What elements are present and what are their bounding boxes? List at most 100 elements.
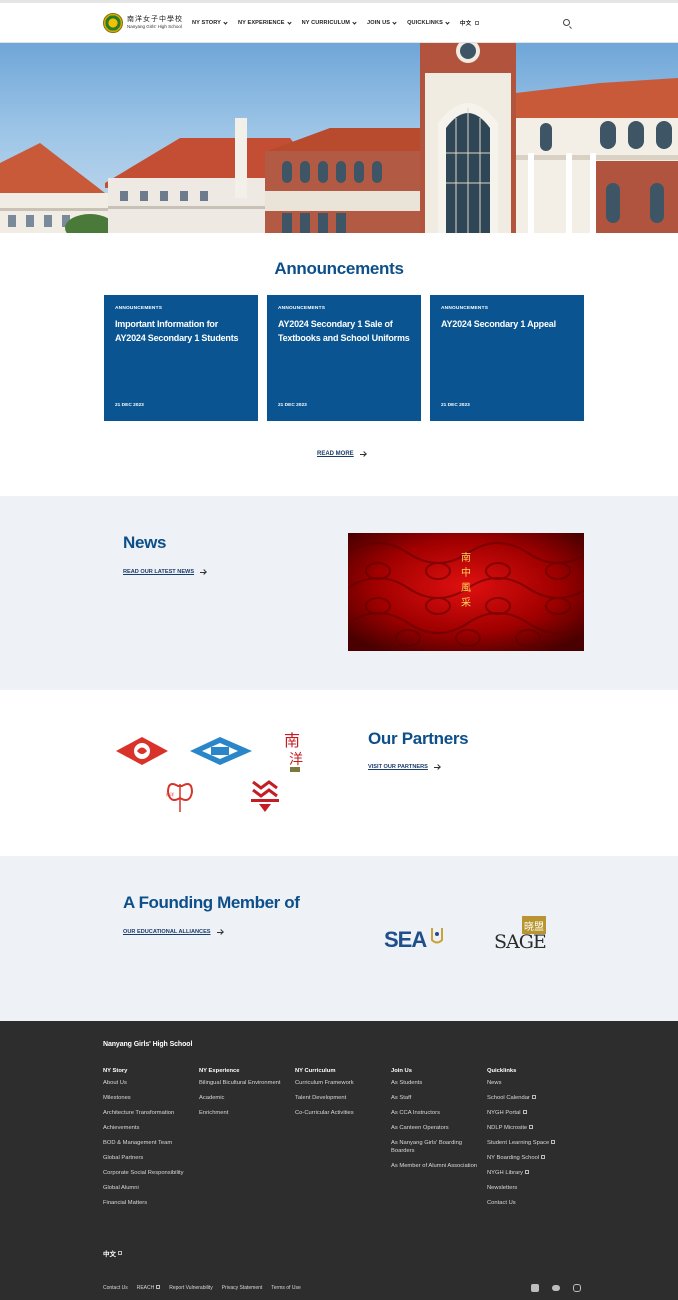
news-heading: News bbox=[123, 533, 167, 552]
external-link-icon bbox=[118, 1251, 122, 1255]
nav-label: NY STORY bbox=[192, 20, 221, 26]
nav-label: JOIN US bbox=[367, 20, 391, 26]
footer-link[interactable]: NY Boarding School bbox=[487, 1155, 575, 1163]
footer-link[interactable]: Financial Matters bbox=[103, 1200, 191, 1208]
footer-link[interactable]: NYGH Library bbox=[487, 1170, 575, 1178]
news-banner-image[interactable]: 南 中 風 采 bbox=[348, 533, 584, 651]
partner-logo-blue-diamond[interactable] bbox=[190, 737, 252, 765]
chevron-down-icon bbox=[286, 19, 292, 25]
footer-link[interactable]: News bbox=[487, 1080, 575, 1088]
footer-link[interactable]: Milestones bbox=[103, 1095, 191, 1103]
instagram-icon[interactable] bbox=[573, 1284, 581, 1292]
nav-label: NY CURRICULUM bbox=[301, 20, 351, 26]
footer-link[interactable]: Enrichment bbox=[199, 1110, 287, 1118]
external-link-icon bbox=[475, 21, 480, 25]
partner-logo-red-diamond[interactable] bbox=[116, 737, 168, 765]
sea-alliance-logo[interactable]: SEA bbox=[384, 927, 443, 952]
footer-link[interactable]: About Us bbox=[103, 1080, 191, 1088]
footer-terms-link[interactable]: Terms of Use bbox=[271, 1285, 300, 1291]
footer-link[interactable]: Achievements bbox=[103, 1125, 191, 1133]
svg-text:南: 南 bbox=[284, 731, 300, 750]
footer-privacy-link[interactable]: Privacy Statement bbox=[222, 1285, 263, 1291]
footer-link[interactable]: As CCA Instructors bbox=[391, 1110, 479, 1118]
footer-link[interactable]: Newsletters bbox=[487, 1185, 575, 1193]
announcement-card[interactable]: ANNOUNCEMENTS AY2024 Secondary 1 Sale of… bbox=[267, 295, 421, 421]
logo-chinese-name: 南洋女子中學校 bbox=[127, 15, 183, 24]
visit-partners-link[interactable]: VISIT OUR PARTNERS bbox=[368, 764, 440, 770]
school-crest-icon bbox=[103, 13, 123, 33]
footer-link[interactable]: Corporate Social Responsibility bbox=[103, 1170, 191, 1178]
sage-alliance-logo[interactable]: SAGE 晓盟 bbox=[494, 916, 547, 953]
founding-heading: A Founding Member of bbox=[123, 893, 300, 912]
partner-logo-butterfly[interactable]: 南洋 bbox=[166, 783, 194, 812]
link-label: REACH bbox=[136, 1285, 155, 1291]
announcement-cards: ANNOUNCEMENTS Important Information for … bbox=[104, 295, 584, 421]
nav-join-us[interactable]: JOIN US bbox=[367, 19, 397, 27]
news-banner-text: 南 中 風 采 bbox=[460, 551, 472, 611]
footer-link[interactable]: Student Learning Space bbox=[487, 1140, 575, 1148]
youtube-icon[interactable] bbox=[552, 1285, 560, 1291]
news-section: News READ OUR LATEST NEWS 南 中 風 采 bbox=[0, 496, 678, 690]
facebook-icon[interactable] bbox=[531, 1284, 539, 1292]
footer-link[interactable]: As Canteen Operators bbox=[391, 1125, 479, 1133]
arrow-right-icon bbox=[359, 453, 366, 455]
partner-logo-calligraphy[interactable]: 南 洋 bbox=[284, 731, 303, 772]
card-tag: ANNOUNCEMENTS bbox=[278, 306, 326, 311]
hero-image bbox=[0, 43, 678, 233]
nav-label: QUICKLINKS bbox=[407, 20, 443, 26]
nav-chinese-lang[interactable]: 中文 bbox=[460, 19, 480, 27]
read-more-link[interactable]: READ MORE bbox=[317, 451, 366, 457]
nav-quicklinks[interactable]: QUICKLINKS bbox=[407, 19, 450, 27]
nav-ny-experience[interactable]: NY EXPERIENCE bbox=[238, 19, 292, 27]
logo-english-name: Nanyang Girls' High School bbox=[127, 24, 182, 30]
link-label: School Calendar bbox=[487, 1095, 530, 1101]
latest-news-link[interactable]: READ OUR LATEST NEWS bbox=[123, 569, 207, 575]
footer-col-title: Quicklinks bbox=[487, 1068, 517, 1074]
footer-link[interactable]: Contact Us bbox=[487, 1200, 575, 1208]
footer-report-vulnerability-link[interactable]: Report Vulnerability bbox=[169, 1285, 212, 1291]
link-label: News bbox=[487, 1080, 502, 1086]
footer-col-ny-story: NY Story About Us Milestones Architectur… bbox=[103, 1068, 191, 1215]
alliance-logos: SEA SAGE 晓盟 bbox=[384, 916, 547, 953]
chevron-down-icon bbox=[352, 19, 357, 25]
nav-ny-curriculum[interactable]: NY CURRICULUM bbox=[301, 19, 357, 27]
external-link-icon bbox=[531, 1095, 536, 1099]
footer-link[interactable]: Academic bbox=[199, 1095, 287, 1103]
educational-alliances-link[interactable]: OUR EDUCATIONAL ALLIANCES bbox=[123, 929, 223, 935]
footer-link[interactable]: As Staff bbox=[391, 1095, 479, 1103]
card-title: Important Information for AY2024 Seconda… bbox=[115, 319, 239, 343]
arrow-right-icon bbox=[200, 571, 207, 573]
footer-reach-link[interactable]: REACH bbox=[137, 1285, 161, 1291]
footer-link[interactable]: NYGH Portal bbox=[487, 1110, 575, 1118]
partners-heading: Our Partners bbox=[368, 729, 469, 748]
partner-logo-stacked[interactable] bbox=[251, 780, 279, 812]
banner-char: 采 bbox=[461, 598, 471, 609]
footer-chinese-lang-link[interactable]: 中文 bbox=[103, 1248, 122, 1258]
footer-link[interactable]: Co-Curricular Activities bbox=[295, 1110, 383, 1118]
footer-link[interactable]: Bilingual Bicultural Environment bbox=[199, 1080, 287, 1088]
footer-link[interactable]: Curriculum Framework bbox=[295, 1080, 383, 1088]
footer-link[interactable]: As Member of Alumni Association bbox=[391, 1163, 479, 1171]
footer-contact-link[interactable]: Contact Us bbox=[103, 1285, 128, 1291]
footer-link[interactable]: Global Alumni bbox=[103, 1185, 191, 1193]
footer-link[interactable]: Global Partners bbox=[103, 1155, 191, 1163]
announcement-card[interactable]: ANNOUNCEMENTS Important Information for … bbox=[104, 295, 258, 421]
card-date: 21 DEC 2023 bbox=[441, 403, 470, 408]
card-date: 21 DEC 2023 bbox=[115, 403, 144, 408]
chevron-down-icon bbox=[223, 19, 228, 25]
footer-link[interactable]: As Students bbox=[391, 1080, 479, 1088]
chevron-down-icon bbox=[392, 19, 397, 25]
footer-link[interactable]: NDLP Microsite bbox=[487, 1125, 575, 1133]
footer-link[interactable]: School Calendar bbox=[487, 1095, 575, 1103]
footer-link[interactable]: Talent Development bbox=[295, 1095, 383, 1103]
search-icon[interactable] bbox=[563, 19, 570, 26]
footer-link[interactable]: Architecture Transformation bbox=[103, 1110, 191, 1118]
footer-link[interactable]: As Nanyang Girls' Boarding Boarders bbox=[391, 1140, 479, 1155]
school-logo[interactable]: 南洋女子中學校 Nanyang Girls' High School bbox=[103, 12, 183, 34]
footer-bottom-links: Contact Us REACH Report Vulnerability Pr… bbox=[103, 1285, 301, 1291]
nav-ny-story[interactable]: NY STORY bbox=[192, 19, 228, 27]
chevron-down-icon bbox=[445, 19, 450, 25]
announcement-card[interactable]: ANNOUNCEMENTS AY2024 Secondary 1 Appeal … bbox=[430, 295, 584, 421]
footer-link[interactable]: BOD & Management Team bbox=[103, 1140, 191, 1148]
footer-school-name: Nanyang Girls' High School bbox=[103, 1041, 193, 1048]
